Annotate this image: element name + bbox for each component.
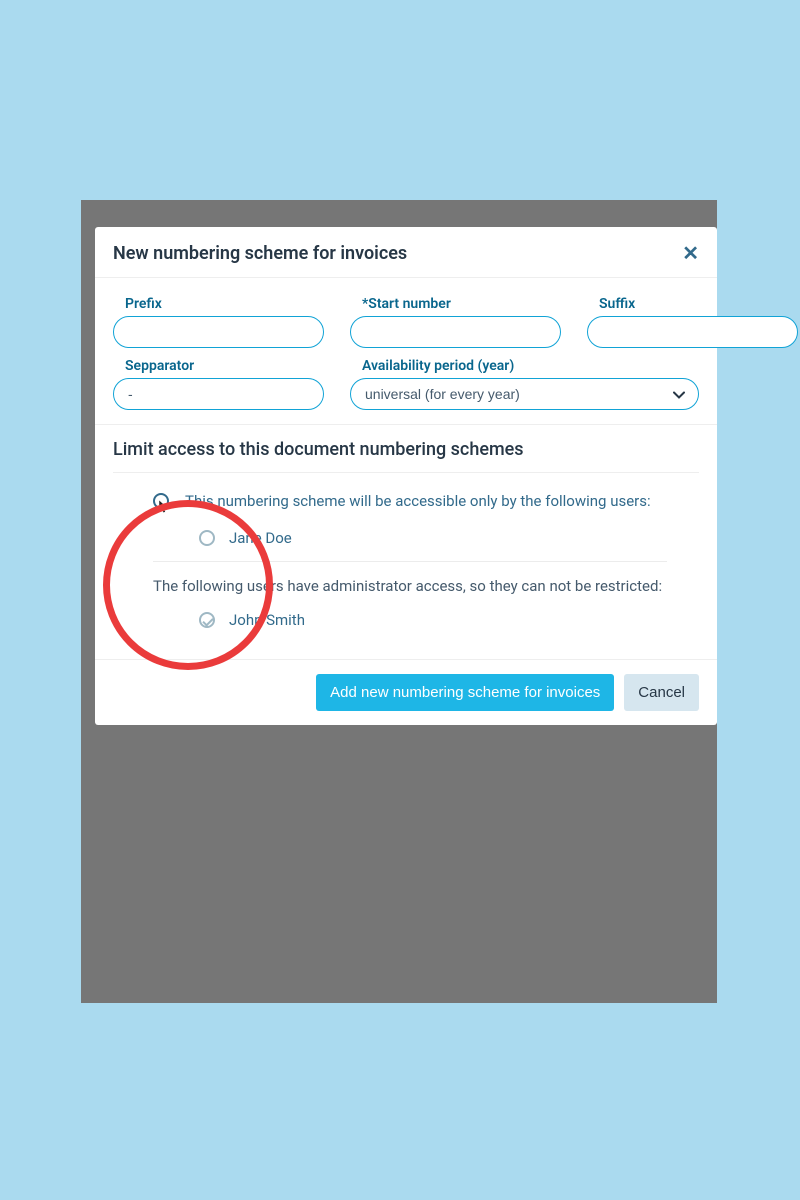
- admin-user: John Smith: [199, 611, 667, 629]
- suffix-label: Suffix: [587, 296, 798, 316]
- access-title: Limit access to this document numbering …: [113, 439, 699, 473]
- fields-row-2: Sepparator Availability period (year): [113, 358, 699, 410]
- prefix-input[interactable]: [113, 316, 324, 348]
- user-option[interactable]: Jane Doe: [199, 529, 667, 547]
- access-body: This numbering scheme will be accessible…: [113, 473, 699, 659]
- close-icon[interactable]: ✕: [682, 241, 699, 265]
- radio-icon: [199, 530, 215, 546]
- field-start-number: *Start number: [350, 296, 561, 348]
- limit-access-option[interactable]: This numbering scheme will be accessible…: [153, 491, 667, 515]
- admin-name: John Smith: [229, 611, 305, 629]
- admin-note: The following users have administrator a…: [153, 576, 667, 597]
- availability-label: Availability period (year): [350, 358, 699, 378]
- backdrop-frame: New numbering scheme for invoices ✕ Pref…: [81, 200, 717, 1003]
- modal-header: New numbering scheme for invoices ✕: [95, 227, 717, 278]
- separator-input[interactable]: [113, 378, 324, 410]
- prefix-label: Prefix: [113, 296, 324, 316]
- modal-title: New numbering scheme for invoices: [113, 243, 407, 264]
- availability-select[interactable]: [350, 378, 699, 410]
- field-separator: Sepparator: [113, 358, 324, 410]
- divider: [153, 561, 667, 562]
- limit-access-text: This numbering scheme will be accessible…: [185, 491, 651, 512]
- add-scheme-button[interactable]: Add new numbering scheme for invoices: [316, 674, 614, 711]
- check-circle-icon: [199, 612, 215, 628]
- separator-label: Sepparator: [113, 358, 324, 378]
- modal-footer: Add new numbering scheme for invoices Ca…: [95, 659, 717, 725]
- field-suffix: Suffix: [587, 296, 798, 348]
- fields-section: Prefix *Start number Suffix Sepparator: [95, 278, 717, 425]
- fields-row-1: Prefix *Start number Suffix: [113, 296, 699, 348]
- field-availability: Availability period (year): [350, 358, 699, 410]
- cursor-icon: [156, 499, 170, 515]
- user-name: Jane Doe: [229, 529, 292, 547]
- suffix-input[interactable]: [587, 316, 798, 348]
- access-section: Limit access to this document numbering …: [95, 425, 717, 659]
- field-prefix: Prefix: [113, 296, 324, 348]
- start-number-input[interactable]: [350, 316, 561, 348]
- numbering-scheme-modal: New numbering scheme for invoices ✕ Pref…: [95, 227, 717, 725]
- start-number-label: *Start number: [350, 296, 561, 316]
- cancel-button[interactable]: Cancel: [624, 674, 699, 711]
